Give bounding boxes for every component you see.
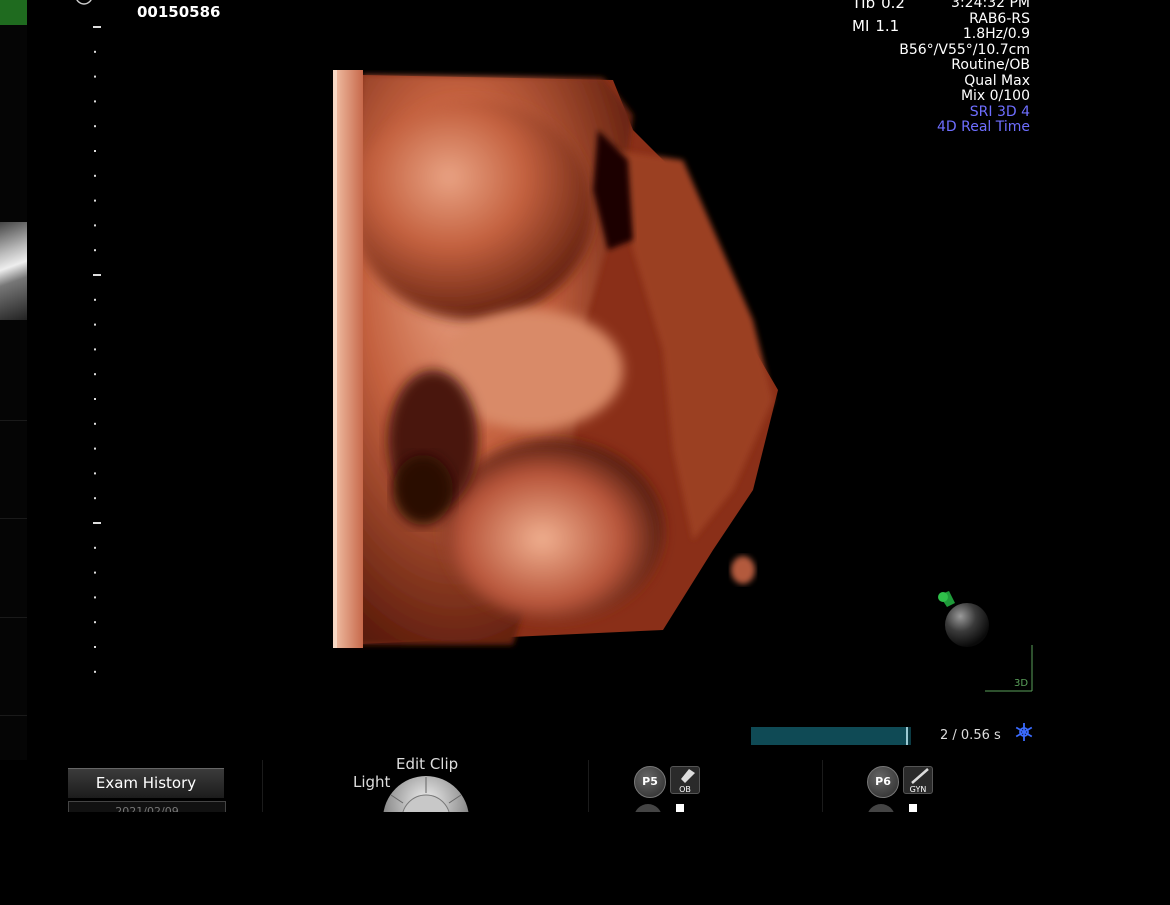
scan-param-line: SRI 3D 4: [969, 103, 1030, 120]
screen-bottom-area: [0, 812, 1170, 905]
mi-label: MI: [852, 17, 870, 35]
image-thumbnail[interactable]: [0, 222, 27, 320]
ruler-tick: [94, 422, 96, 425]
strip-divider: [0, 420, 27, 421]
scan-param-line: RAB6-RS: [969, 10, 1030, 27]
scan-param-line: Routine/OB: [951, 57, 1030, 73]
scan-param-line: B56°/V55°/10.7cm: [899, 41, 1030, 58]
probe-gyn-button[interactable]: GYN: [903, 766, 933, 794]
panel-divider: [262, 760, 263, 812]
ruler-tick: [94, 249, 96, 252]
probe-label: OB: [679, 785, 691, 794]
ruler-tick: [93, 522, 101, 524]
record-icon: [909, 804, 921, 812]
ruler-tick: [94, 100, 96, 103]
scan-param-line: 3:24:32 PM: [951, 0, 1030, 11]
cine-progress-fill: [751, 727, 909, 745]
scan-param-line: 1.8Hz/0.9: [962, 26, 1030, 42]
strip-divider: [0, 715, 27, 716]
orientation-label: 3D: [1014, 678, 1029, 689]
ruler-tick: [94, 174, 96, 177]
scan-param-line: 4D Real Time: [936, 119, 1030, 135]
probe-icon: [911, 768, 929, 784]
ruler-tick: [94, 546, 96, 549]
ruler-tick: [94, 596, 96, 599]
tib-label: TIb: [852, 0, 876, 12]
strip-divider: [0, 617, 27, 618]
active-tab-indicator[interactable]: [0, 0, 27, 25]
ruler-tick: [94, 150, 96, 152]
record-icon: [676, 804, 688, 812]
ruler-tick: [94, 199, 96, 202]
ruler-tick: [94, 670, 96, 673]
frame-info: 2 / 0.56 s: [940, 728, 1001, 743]
ruler-tick: [94, 571, 96, 574]
ruler-tick: [94, 125, 96, 128]
ruler-tick: [94, 497, 96, 500]
mechanical-index-block: TIb 0.2 MI 1.1: [852, 0, 905, 38]
scan-param-line: Mix 0/100: [960, 88, 1030, 104]
ruler-tick: [94, 621, 96, 624]
ruler-tick: [94, 323, 96, 326]
probe-icon: [681, 769, 695, 783]
preset-dot: [867, 804, 895, 812]
ruler-tick: [94, 75, 96, 78]
depth-ruler: [93, 26, 101, 673]
cine-progress-bar[interactable]: [751, 727, 911, 745]
preset-p5-button[interactable]: P5: [634, 766, 666, 798]
preset-dot: [634, 804, 662, 812]
probe-label: GYN: [909, 785, 927, 794]
ruler-tick: [94, 348, 96, 351]
fetal-3d-render: [333, 70, 778, 648]
exam-history-button[interactable]: Exam History: [68, 768, 224, 798]
ruler-tick: [94, 373, 96, 376]
panel-divider: [822, 760, 823, 812]
ruler-tick: [94, 224, 96, 227]
edit-clip-label: Edit Clip: [396, 755, 459, 773]
ruler-tick: [94, 50, 96, 53]
scan-param-line: Qual Max: [964, 72, 1030, 89]
ruler-tick: [94, 298, 96, 301]
ruler-tick: [94, 646, 96, 648]
ruler-tick: [94, 472, 96, 475]
preset-p6-button[interactable]: P6: [867, 766, 899, 798]
ruler-tick: [94, 398, 96, 400]
scan-parameters: 3:24:32 PM RAB6-RS 1.8Hz/0.9 B56°/V55°/10.7…: [899, 0, 1030, 136]
thumbnail-strip: [0, 0, 27, 812]
probe-ob-button[interactable]: OB: [670, 766, 700, 794]
mi-value: 1.1: [875, 17, 900, 35]
ruler-tick: [94, 447, 96, 450]
ruler-tick: [93, 274, 101, 276]
ruler-tick: [93, 26, 101, 28]
panel-divider: [588, 760, 589, 812]
strip-divider: [0, 518, 27, 519]
patient-id: 00150586: [137, 3, 221, 21]
snowflake-icon[interactable]: [1014, 722, 1034, 742]
rotary-knob[interactable]: [381, 775, 471, 812]
